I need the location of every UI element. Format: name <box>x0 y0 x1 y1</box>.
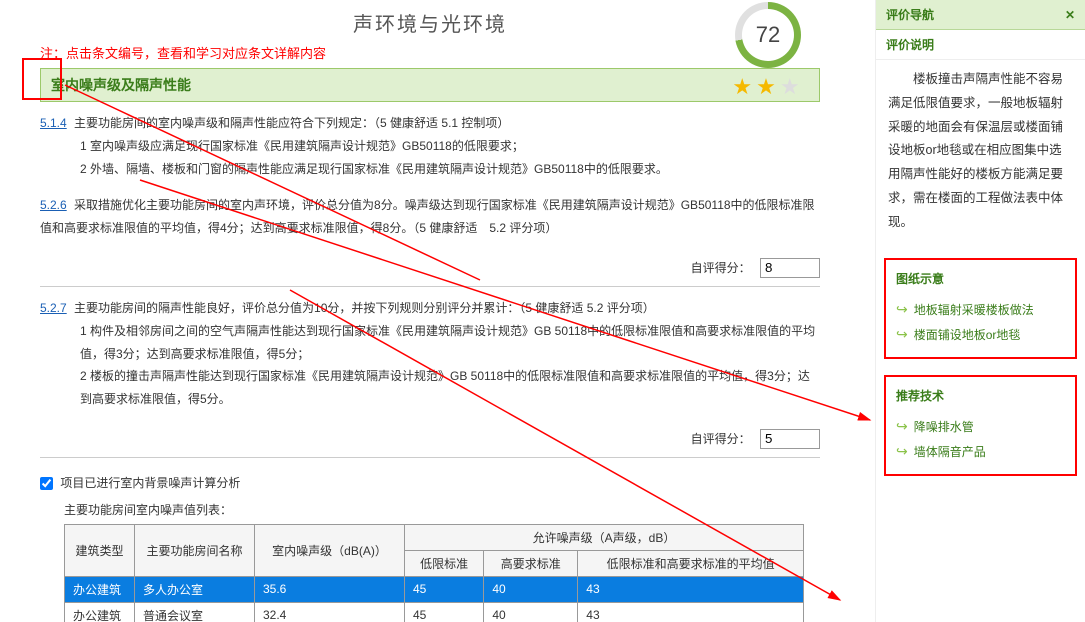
share-icon: ↪ <box>896 301 908 318</box>
self-score-row: 自评得分： <box>40 425 820 458</box>
score-label: 自评得分： <box>691 432 751 446</box>
link-text: 降噪排水管 <box>914 420 974 434</box>
score-value: 72 <box>742 9 794 61</box>
cell-high: 40 <box>484 602 578 622</box>
th-high: 高要求标准 <box>484 550 578 576</box>
tech-link[interactable]: ↪ 墙体隔音产品 <box>892 439 1069 464</box>
table-title: 主要功能房间室内噪声值列表： <box>64 501 820 518</box>
drawing-hints-block: 图纸示意 ↪ 地板辐射采暖楼板做法 ↪ 楼面铺设地板or地毯 <box>884 258 1077 359</box>
hint-note: 注：点击条文编号，查看和学习对应条文详解内容 <box>40 43 820 62</box>
noise-calc-checkbox[interactable] <box>40 477 53 490</box>
clause-number-link[interactable]: 5.2.6 <box>40 198 67 212</box>
sidebar: 评价导航 ✕ 评价说明 楼板撞击声隔声性能不容易满足低限值要求，一般地板辐射采暖… <box>875 0 1085 622</box>
clause-text: 主要功能房间的隔声性能良好，评价总分值为10分，并按下列规则分别评分并累计：（5… <box>74 301 655 315</box>
noise-table: 建筑类型 主要功能房间名称 室内噪声级（dB(A)） 允许噪声级（A声级，dB）… <box>64 524 804 622</box>
link-text: 楼面铺设地板or地毯 <box>914 328 1021 342</box>
clause-subitem: 2 外墙、隔墙、楼板和门窗的隔声性能应满足现行国家标准《民用建筑隔声设计规范》G… <box>40 158 820 181</box>
th-avg: 低限标准和高要求标准的平均值 <box>578 550 804 576</box>
section-header: 室内噪声级及隔声性能 <box>40 68 820 102</box>
score-label: 自评得分： <box>691 261 751 275</box>
main-content: 声环境与光环境 72 ★★★ 注：点击条文编号，查看和学习对应条文详解内容 室内… <box>0 0 860 622</box>
cell-noise: 35.6 <box>255 576 405 602</box>
sidebar-nav-header: 评价导航 ✕ <box>876 0 1085 30</box>
share-icon: ↪ <box>896 443 908 460</box>
th-building: 建筑类型 <box>65 524 135 576</box>
clause-number-link[interactable]: 5.2.7 <box>40 301 67 315</box>
link-text: 地板辐射采暖楼板做法 <box>914 303 1034 317</box>
recommended-tech-title: 推荐技术 <box>892 387 1069 404</box>
cell-avg: 43 <box>578 602 804 622</box>
th-low: 低限标准 <box>405 550 484 576</box>
self-score-input[interactable] <box>760 258 820 278</box>
cell-high: 40 <box>484 576 578 602</box>
th-room: 主要功能房间名称 <box>135 524 255 576</box>
drawing-link[interactable]: ↪ 楼面铺设地板or地毯 <box>892 322 1069 347</box>
self-score-row: 自评得分： <box>40 254 820 287</box>
clause-block: 5.2.6 采取措施优化主要功能房间的室内声环境，评价总分值为8分。噪声级达到现… <box>40 194 820 240</box>
score-badge: 72 ★★★ <box>722 2 814 100</box>
cell-noise: 32.4 <box>255 602 405 622</box>
clause-subitem: 1 室内噪声级应满足现行国家标准《民用建筑隔声设计规范》GB50118的低限要求… <box>40 135 820 158</box>
recommended-tech-block: 推荐技术 ↪ 降噪排水管 ↪ 墙体隔音产品 <box>884 375 1077 476</box>
cell-room: 普通会议室 <box>135 602 255 622</box>
share-icon: ↪ <box>896 326 908 343</box>
clause-block: 5.1.4 主要功能房间的室内噪声级和隔声性能应符合下列规定：（5 健康舒适 5… <box>40 112 820 180</box>
drawing-hints-title: 图纸示意 <box>892 270 1069 287</box>
clause-text: 主要功能房间的室内噪声级和隔声性能应符合下列规定：（5 健康舒适 5.1 控制项… <box>74 116 509 130</box>
clause-number-link[interactable]: 5.1.4 <box>40 116 67 130</box>
clause-subitem: 2 楼板的撞击声隔声性能达到现行国家标准《民用建筑隔声设计规范》GB 50118… <box>40 365 820 411</box>
sidebar-explain-text: 楼板撞击声隔声性能不容易满足低限值要求，一般地板辐射采暖的地面会有保温层或楼面铺… <box>876 60 1085 242</box>
link-text: 墙体隔音产品 <box>914 445 986 459</box>
close-icon[interactable]: ✕ <box>1065 8 1075 22</box>
share-icon: ↪ <box>896 418 908 435</box>
th-allow: 允许噪声级（A声级，dB） <box>405 524 804 550</box>
sidebar-explain-header[interactable]: 评价说明 <box>876 30 1085 60</box>
page-title: 声环境与光环境 <box>40 8 820 37</box>
checkbox-label: 项目已进行室内背景噪声计算分析 <box>60 476 240 490</box>
cell-avg: 43 <box>578 576 804 602</box>
star-rating: ★★★ <box>722 74 814 100</box>
cell-room: 多人办公室 <box>135 576 255 602</box>
score-ring: 72 <box>735 2 801 68</box>
drawing-link[interactable]: ↪ 地板辐射采暖楼板做法 <box>892 297 1069 322</box>
table-row[interactable]: 办公建筑 多人办公室 35.6 45 40 43 <box>65 576 804 602</box>
th-noise: 室内噪声级（dB(A)） <box>255 524 405 576</box>
checkbox-row: 项目已进行室内背景噪声计算分析 <box>40 474 820 491</box>
self-score-input[interactable] <box>760 429 820 449</box>
clause-block: 5.2.7 主要功能房间的隔声性能良好，评价总分值为10分，并按下列规则分别评分… <box>40 297 820 411</box>
tech-link[interactable]: ↪ 降噪排水管 <box>892 414 1069 439</box>
cell-building: 办公建筑 <box>65 602 135 622</box>
clause-subitem: 1 构件及相邻房间之间的空气声隔声性能达到现行国家标准《民用建筑隔声设计规范》G… <box>40 320 820 366</box>
cell-low: 45 <box>405 576 484 602</box>
cell-building: 办公建筑 <box>65 576 135 602</box>
clause-text: 采取措施优化主要功能房间的室内声环境，评价总分值为8分。噪声级达到现行国家标准《… <box>40 198 815 235</box>
table-row[interactable]: 办公建筑 普通会议室 32.4 45 40 43 <box>65 602 804 622</box>
sidebar-nav-title: 评价导航 <box>886 6 934 23</box>
cell-low: 45 <box>405 602 484 622</box>
